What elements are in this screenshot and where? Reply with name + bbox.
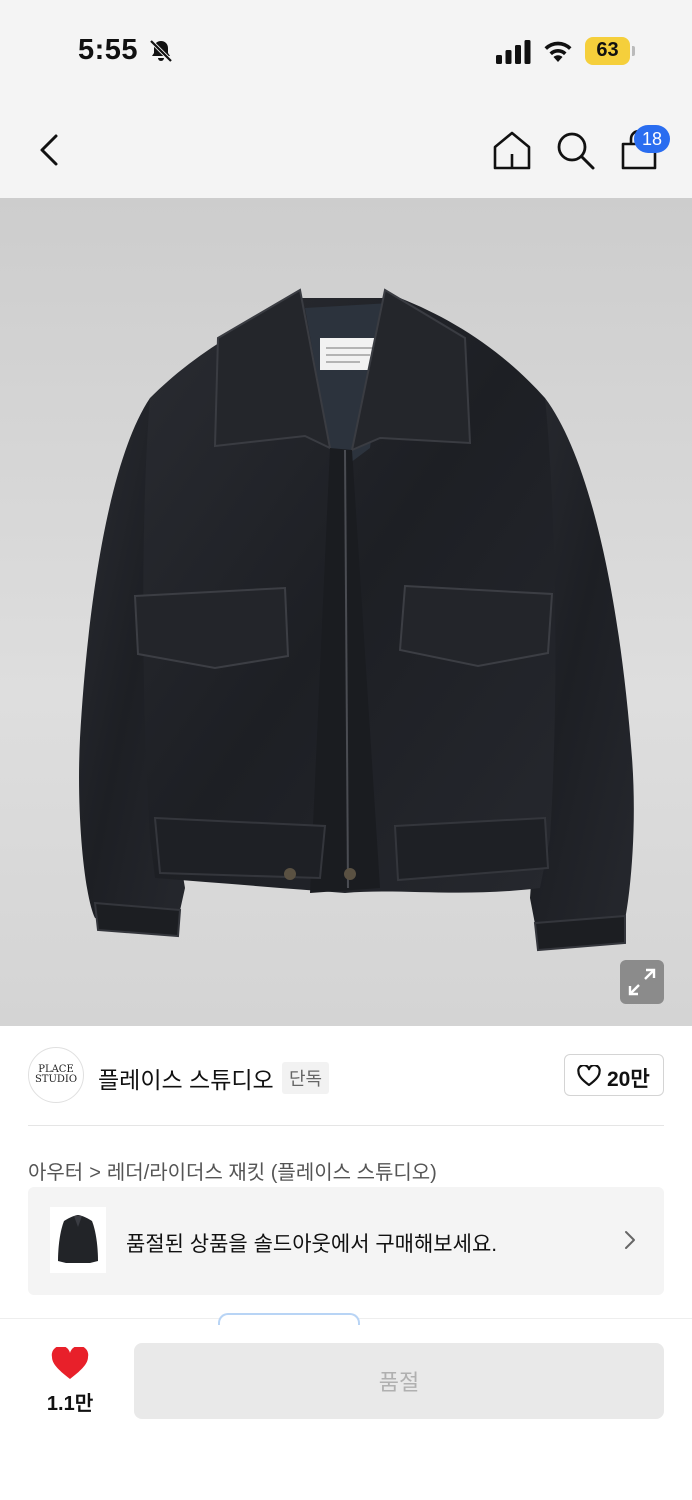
- brand-like-count: 20만: [607, 1068, 650, 1091]
- chevron-right-icon: [625, 1231, 635, 1249]
- expand-icon[interactable]: [620, 960, 664, 1004]
- leather-jacket-image: [79, 288, 634, 952]
- brand-logo[interactable]: PLACE STUDIO: [28, 1047, 84, 1103]
- top-nav-bar: [0, 100, 692, 198]
- product-image[interactable]: [0, 198, 692, 1026]
- heart-outline-icon: [577, 1065, 601, 1087]
- floating-pill-peek: [218, 1313, 360, 1325]
- cart-count-badge: 18: [634, 125, 670, 153]
- search-icon[interactable]: [553, 128, 597, 172]
- back-icon[interactable]: [28, 128, 72, 172]
- brand-logo-text: PLACE STUDIO: [34, 1064, 78, 1085]
- soldout-banner[interactable]: 품절된 상품을 솔드아웃에서 구매해보세요.: [28, 1187, 664, 1295]
- status-time: 5:55: [78, 34, 139, 66]
- brand-like-button[interactable]: 20만: [564, 1054, 664, 1096]
- home-icon[interactable]: [490, 128, 534, 172]
- exclusive-tag: 단독: [282, 1062, 330, 1094]
- bottom-action-bar: 1.1만 품절: [0, 1313, 692, 1500]
- bell-off-icon: [149, 39, 173, 63]
- signal-icon: [496, 40, 531, 64]
- battery-level: 63: [596, 39, 619, 61]
- breadcrumb-subcategory[interactable]: 레더/라이더스 재킷 (플레이스 스튜디오): [107, 1162, 437, 1184]
- product-thumbnail: [50, 1207, 106, 1273]
- wishlist-count: 1.1만: [46, 1393, 94, 1415]
- brand-name[interactable]: 플레이스 스튜디오: [98, 1061, 274, 1095]
- soldout-banner-text: 품절된 상품을 솔드아웃에서 구매해보세요.: [126, 1233, 498, 1256]
- wifi-icon: [544, 41, 572, 62]
- heart-filled-icon: [51, 1347, 89, 1379]
- battery-indicator: 63: [585, 37, 635, 65]
- breadcrumb-category[interactable]: 아우터: [28, 1162, 83, 1184]
- breadcrumb-separator: >: [89, 1162, 101, 1184]
- breadcrumb: 아우터 > 레더/라이더스 재킷 (플레이스 스튜디오): [28, 1156, 437, 1185]
- brand-row: PLACE STUDIO 플레이스 스튜디오 단독 20만: [0, 1026, 692, 1126]
- divider: [28, 1125, 664, 1126]
- status-bar: 5:55 63: [0, 0, 692, 100]
- buy-button[interactable]: 품절: [134, 1343, 664, 1419]
- wishlist-button[interactable]: 1.1만: [47, 1347, 93, 1427]
